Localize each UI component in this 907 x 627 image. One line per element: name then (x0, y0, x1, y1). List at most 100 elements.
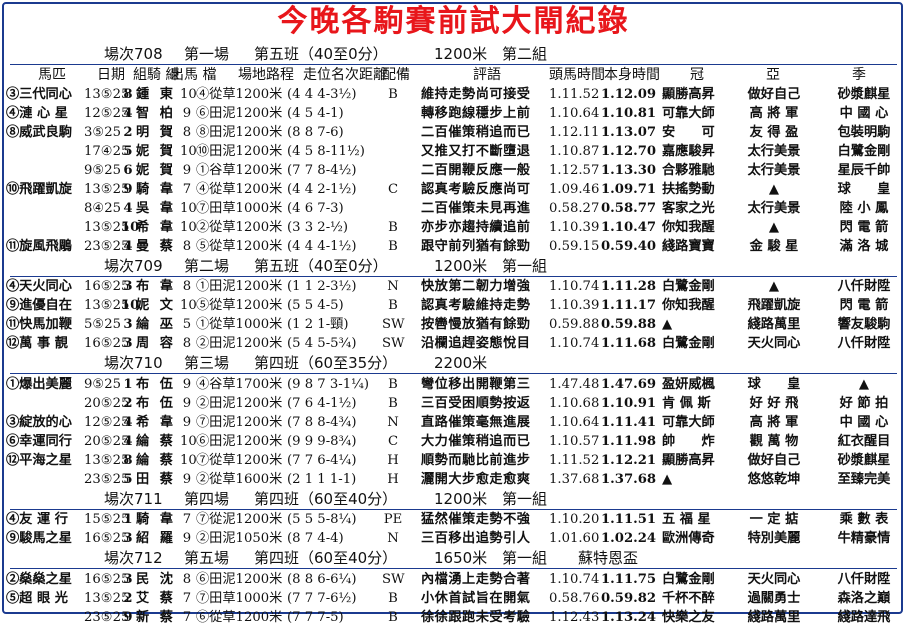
equipment: B (388, 376, 398, 392)
track-distance: ④從草1200米 (196, 86, 283, 102)
second-place: 太行美景 (747, 143, 801, 159)
leader-time: 1.10.64 (549, 414, 600, 430)
trial-date: 23⑤25 (84, 609, 130, 625)
race-distance: 2200米 (434, 354, 488, 372)
first-place: 歐洲傳奇 (662, 531, 715, 546)
track-distance: ②從草1200米 (196, 219, 283, 235)
trial-group: 5 (123, 143, 133, 159)
race-number: 場次710 (104, 354, 163, 372)
barrier-draw: 10 (180, 452, 197, 468)
trial-comment: 徐徐跟跑未受考驗 (421, 609, 531, 625)
race-group: 第一組 (502, 489, 548, 508)
running-positions: (7 7 8-4½) (287, 162, 357, 178)
barrier-draw: 9 (182, 414, 192, 430)
trial-date: 13⑤25 (84, 219, 130, 235)
track-distance: ②從草1600米 (196, 471, 283, 487)
jockey-trainer: 民 沈 (136, 571, 176, 587)
running-positions: (9 8 7 3-1¼) (287, 376, 370, 392)
race-distance: 1200米 (434, 256, 488, 275)
second-place: 綫路萬里 (747, 317, 801, 332)
trial-group: 4 (123, 414, 133, 430)
jockey-trainer: 吳 韋 (136, 200, 176, 216)
table-row: 8④25 4 吳 韋 10 ⑦田草1000米 (4 6 7-3) 二百催策未見再進 0.58.… (0, 199, 907, 218)
race-field: 第二場 (184, 256, 230, 275)
trial-date: 16⑤25 (84, 571, 130, 587)
table-row: ⑨進優自在 13⑤25 10 妮 文 10 ⑤從草1200米 (5 5 4-5) B 認真考驗維… (0, 296, 907, 315)
trial-comment: 認真考驗反應尚可 (421, 181, 531, 197)
own-time: 1.11.41 (601, 414, 657, 430)
jockey-trainer: 布 伍 (136, 395, 176, 411)
equipment: B (388, 86, 398, 102)
trial-date: 5⑤25 (84, 317, 121, 332)
trial-group: 10 (121, 219, 140, 235)
equipment: SW (382, 336, 405, 351)
header-comment: 評語 (473, 66, 501, 83)
equipment: N (387, 279, 399, 294)
equipment: N (387, 414, 399, 430)
equipment: C (387, 433, 399, 449)
third-place: 白鷺金剛 (837, 143, 891, 159)
race-number: 場次712 (104, 549, 163, 567)
table-row: ⑥幸運同行 20⑤25 4 綸 蔡 10 ⑥田泥1200米 (9 9 9-8¾) C 大力催策稍… (0, 432, 907, 451)
first-place: 快樂之友 (662, 609, 715, 625)
table-row: ⑧威武良駒 3⑤25 2 明 賀 8 ⑧田泥1200米 (8 8 7-6) 二百催策稍追而已 1… (0, 123, 907, 142)
equipment: C (387, 181, 399, 197)
third-place: 紅衣醒目 (837, 433, 891, 449)
trial-comment: 三百受困順勢按返 (421, 395, 531, 411)
second-place: 好 好 飛 (749, 395, 799, 411)
trial-group: 2 (123, 395, 133, 411)
trial-date: 15⑤25 (84, 512, 130, 527)
track-distance: ①田泥1200米 (196, 279, 283, 294)
table-row: ⑩飛躍凱旋 13⑤25 9 騎 韋 7 ④從草1200米 (4 4 2-1½) C 認真考驗反應… (0, 180, 907, 199)
running-positions: (9 9 9-8¾) (287, 433, 357, 449)
trial-comment: 認真考驗維持走勢 (421, 298, 531, 313)
running-positions: (8 7 4-4) (287, 531, 344, 546)
barrier-draw: 8 (182, 571, 192, 587)
third-place: ▲ (858, 376, 870, 392)
third-place: 森洛之巔 (837, 590, 891, 606)
equipment: PE (383, 512, 403, 527)
race-class: 第四班（60至35分） (254, 354, 398, 372)
second-place: 太行美景 (747, 200, 801, 216)
leader-time: 1.10.20 (549, 512, 600, 527)
track-distance: ②田泥1200米 (196, 336, 283, 351)
race-section-header: 場次710 第三場 第四班（60至35分） 2200米 (10, 353, 897, 374)
track-distance: ⑦田泥1200米 (196, 414, 283, 430)
equipment: B (388, 238, 398, 254)
first-place: 千杯不醉 (662, 590, 715, 606)
track-distance: ⑦從泥1200米 (196, 512, 283, 527)
third-place: 八仟財陞 (837, 571, 891, 587)
running-positions: (7 7 7-5) (287, 609, 344, 625)
trial-date: 8④25 (84, 200, 121, 216)
barrier-draw: 9 (182, 376, 192, 392)
race-field: 第一場 (184, 45, 230, 63)
trial-group: 4 (123, 433, 133, 449)
header-own-time: 本身時間 (604, 66, 660, 83)
own-time: 1.11.28 (601, 279, 657, 294)
race-section-header: 場次711 第四場 第四班（60至40分） 1200米 第一組 (10, 489, 897, 510)
table-row: ③三代同心 13⑤25 8 鍾 東 10 ④從草1200米 (4 4 4-3½) B 維持走勢尚… (0, 85, 907, 104)
trial-comment: 小休首試旨在開氣 (421, 590, 531, 606)
barrier-draw: 7 (182, 181, 192, 197)
second-place: 球 皇 (747, 376, 801, 392)
race-section-header: 場次709 第二場 第五班（40至0分） 1200米 第一組 (10, 256, 897, 277)
jockey-trainer: 妮 賀 (136, 162, 176, 178)
barrier-draw: 7 (182, 590, 192, 606)
third-place: 八仟財陞 (837, 279, 891, 294)
running-positions: (7 7 7-6½) (287, 590, 357, 606)
trial-date: 23⑤25 (84, 471, 130, 487)
second-place: 做好自己 (747, 86, 801, 102)
second-place: ▲ (768, 181, 780, 197)
trial-group: 8 (123, 452, 133, 468)
column-header-row: 馬匹 日期組騎 練出馬 檔場地路程 走位名次距離 配備 評語 頭馬時間 本身時間冠亞季 (0, 66, 907, 85)
header-track-distance: 場地路程 (238, 66, 294, 83)
leader-time: 1.37.68 (549, 471, 600, 487)
trial-group: 1 (123, 512, 133, 527)
running-positions: (5 4 5-5¾) (287, 336, 357, 351)
jockey-trainer: 新 蔡 (136, 609, 176, 625)
own-time: 0.59.40 (601, 238, 657, 254)
running-positions: (7 6 4-1½) (287, 395, 357, 411)
trial-comment: 沿欄追趕姿態悅目 (421, 336, 531, 351)
second-place: 高 將 軍 (749, 105, 799, 121)
race-distance: 1200米 (434, 45, 488, 63)
